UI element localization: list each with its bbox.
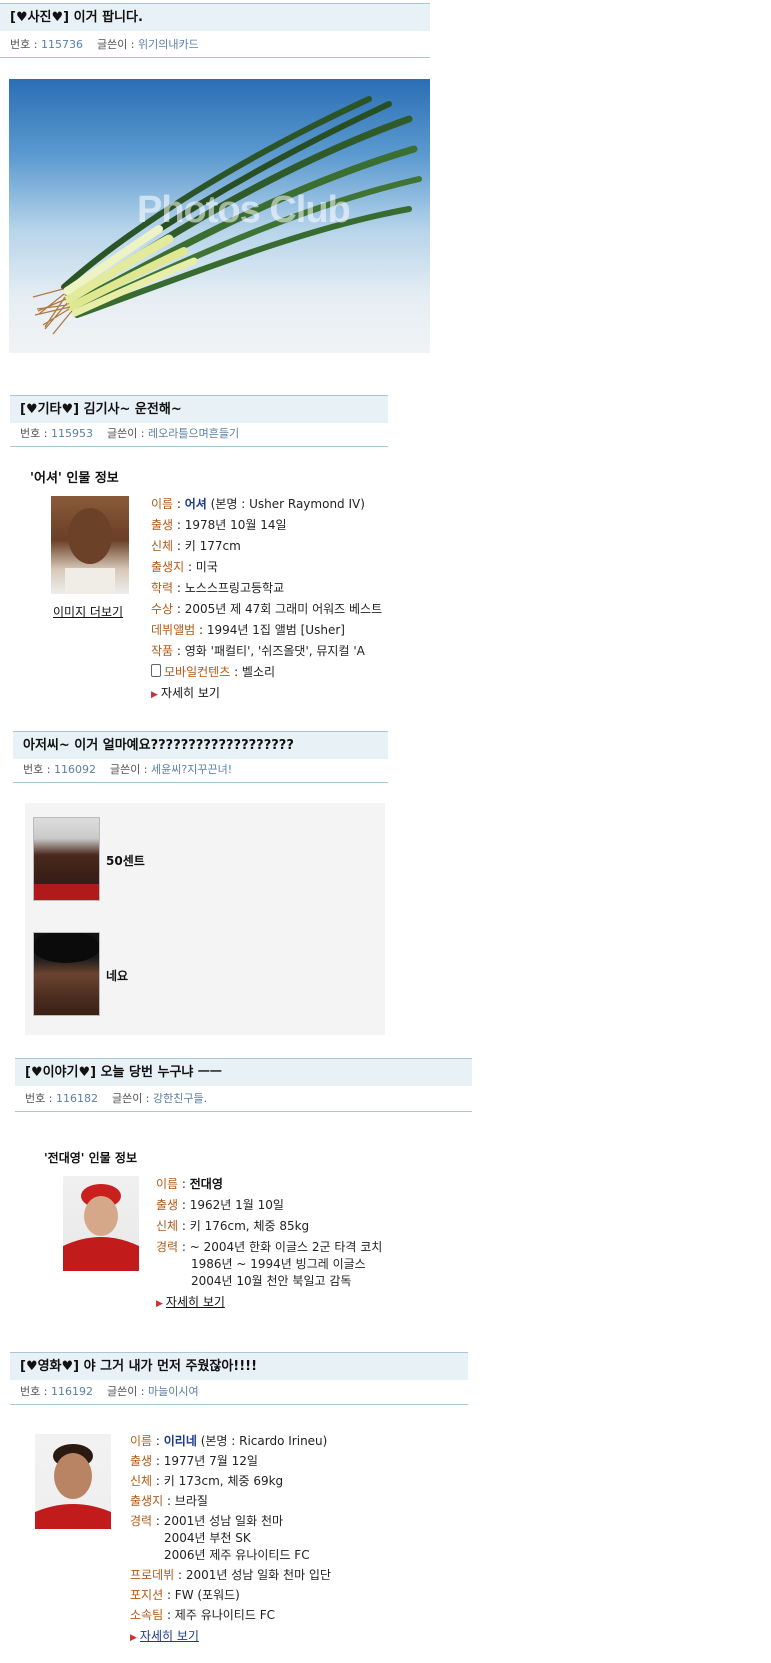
post-meta: 번호 : 116092 글쓴이 : 세윤씨?지꾸끈녀! bbox=[13, 758, 388, 783]
info-row-birth: 출생 : 1962년 1월 10일 bbox=[156, 1198, 284, 1212]
post-meta: 번호 : 115953 글쓴이 : 레오라틀으며흔들기 bbox=[10, 422, 388, 447]
mobile-icon bbox=[151, 664, 161, 677]
number-label: 번호 : bbox=[25, 1092, 56, 1105]
author-name[interactable]: 위기의내카드 bbox=[138, 38, 199, 51]
info-row-name: 이름 : 이리네 (본명 : Ricardo Irineu) bbox=[130, 1434, 328, 1448]
info-row-career-extra: 1986년 ~ 1994년 빙그레 이글스 bbox=[191, 1257, 366, 1271]
portrait-placeholder bbox=[34, 884, 99, 900]
number-label: 번호 : bbox=[20, 427, 51, 440]
post-meta: 번호 : 115736 글쓴이 : 위기의내카드 bbox=[0, 33, 430, 58]
info-row-career-extra: 2004년 10월 천안 북일고 감독 bbox=[191, 1274, 352, 1288]
info-row-debut: 프로데뷔 : 2001년 성남 일화 천마 입단 bbox=[130, 1568, 332, 1582]
person-info-title: '어셔' 인물 정보 bbox=[30, 471, 119, 486]
arrow-right-icon: ▶ bbox=[156, 1299, 163, 1309]
info-row-body: 신체 : 키 177cm bbox=[151, 539, 241, 553]
info-row-birth: 출생 : 1978년 10월 14일 bbox=[151, 518, 287, 532]
author-label: 글쓴이 : bbox=[111, 1092, 154, 1105]
info-row-career: 경력 : 2001년 성남 일화 천마 bbox=[130, 1514, 284, 1528]
author-name[interactable]: 레오라틀으며흔들기 bbox=[148, 427, 239, 440]
info-row-body: 신체 : 키 173cm, 체중 69kg bbox=[130, 1474, 284, 1488]
details-link[interactable]: ▶ 자세히 보기 bbox=[156, 1293, 225, 1310]
post-number: 116182 bbox=[55, 1092, 98, 1105]
author-name[interactable]: 마늘이시여 bbox=[148, 1385, 199, 1398]
arrow-right-icon: ▶ bbox=[130, 1633, 137, 1643]
post-number: 116192 bbox=[50, 1385, 93, 1398]
person-name-label: 50센트 bbox=[106, 854, 145, 868]
author-label: 글쓴이 : bbox=[106, 1385, 149, 1398]
info-row-awards: 수상 : 2005년 제 47회 그래미 어워즈 베스트 bbox=[151, 602, 383, 616]
arrow-right-icon: ▶ bbox=[151, 690, 158, 700]
info-row-body: 신체 : 키 176cm, 체중 85kg bbox=[156, 1219, 310, 1233]
photo-watermark: Photos Club bbox=[137, 189, 351, 231]
post-title[interactable]: [♥기타♥] 김기사~ 운전해~ bbox=[10, 395, 388, 423]
more-images-link[interactable]: 이미지 더보기 bbox=[53, 603, 123, 620]
portrait-placeholder bbox=[65, 508, 115, 594]
post-number: 115736 bbox=[40, 38, 83, 51]
post-number: 116092 bbox=[53, 763, 96, 776]
post-number: 115953 bbox=[50, 427, 93, 440]
person-photo[interactable] bbox=[35, 1434, 111, 1529]
number-label: 번호 : bbox=[23, 763, 54, 776]
info-row-education: 학력 : 노스스프링고등학교 bbox=[151, 581, 285, 595]
info-row-mobile[interactable]: 모바일컨텐츠 : 벨소리 bbox=[151, 664, 275, 680]
info-row-birthplace: 출생지 : 미국 bbox=[151, 560, 218, 574]
author-label: 글쓴이 : bbox=[106, 427, 149, 440]
person-photo[interactable] bbox=[33, 932, 100, 1016]
info-row-team: 소속팀 : 제주 유나이티드 FC bbox=[130, 1608, 275, 1622]
info-row-birthplace: 출생지 : 브라질 bbox=[130, 1494, 208, 1508]
info-row-name: 이름 : 어셔 (본명 : Usher Raymond IV) bbox=[151, 497, 365, 511]
author-name[interactable]: 세윤씨?지꾸끈녀! bbox=[151, 763, 232, 776]
info-row-position: 포지션 : FW (포워드) bbox=[130, 1588, 240, 1602]
number-label: 번호 : bbox=[10, 38, 41, 51]
info-row-debut: 데뷔앨범 : 1994년 1집 앨범 [Usher] bbox=[151, 623, 345, 637]
person-name-label: 네요 bbox=[106, 969, 129, 983]
author-label: 글쓴이 : bbox=[96, 38, 139, 51]
post-title[interactable]: [♥이야기♥] 오늘 당번 누구냐 ㅡㅡ bbox=[15, 1058, 472, 1086]
portrait-placeholder bbox=[34, 933, 99, 963]
info-row-career: 경력 : ~ 2004년 한화 이글스 2군 타격 코치 bbox=[156, 1240, 383, 1254]
person-info-title: '전대영' 인물 정보 bbox=[44, 1151, 137, 1165]
details-link[interactable]: ▶ 자세히 보기 bbox=[151, 684, 220, 701]
number-label: 번호 : bbox=[20, 1385, 51, 1398]
info-row-name: 이름 : 전대영 bbox=[156, 1177, 223, 1191]
author-name[interactable]: 강한친구들. bbox=[153, 1092, 207, 1105]
post-title[interactable]: [♥영화♥] 야 그거 내가 먼저 주웠잖아!!!! bbox=[10, 1352, 468, 1380]
person-photo[interactable] bbox=[51, 496, 129, 594]
author-label: 글쓴이 : bbox=[109, 763, 152, 776]
post-meta: 번호 : 116192 글쓴이 : 마늘이시여 bbox=[10, 1380, 468, 1405]
info-row-career-extra: 2004년 부천 SK bbox=[164, 1531, 251, 1545]
person-photo[interactable] bbox=[33, 817, 100, 901]
details-link[interactable]: ▶ 자세히 보기 bbox=[130, 1627, 199, 1644]
post-title[interactable]: 아저씨~ 이거 얼마예요??????????????????? bbox=[13, 731, 388, 759]
post-title[interactable]: [♥사진♥] 이거 팝니다. bbox=[0, 3, 430, 31]
portrait-placeholder bbox=[63, 1184, 139, 1271]
info-row-birth: 출생 : 1977년 7월 12일 bbox=[130, 1454, 258, 1468]
portrait-placeholder bbox=[35, 1444, 111, 1529]
post-meta: 번호 : 116182 글쓴이 : 강한친구들. bbox=[15, 1087, 472, 1112]
person-photo[interactable] bbox=[63, 1176, 139, 1271]
green-onion-photo: Photos Club bbox=[9, 79, 430, 353]
info-row-career-extra: 2006년 제주 유나이티드 FC bbox=[164, 1548, 310, 1562]
info-row-works: 작품 : 영화 '패컬티', '쉬즈올댓', 뮤지컬 'A bbox=[151, 644, 365, 658]
